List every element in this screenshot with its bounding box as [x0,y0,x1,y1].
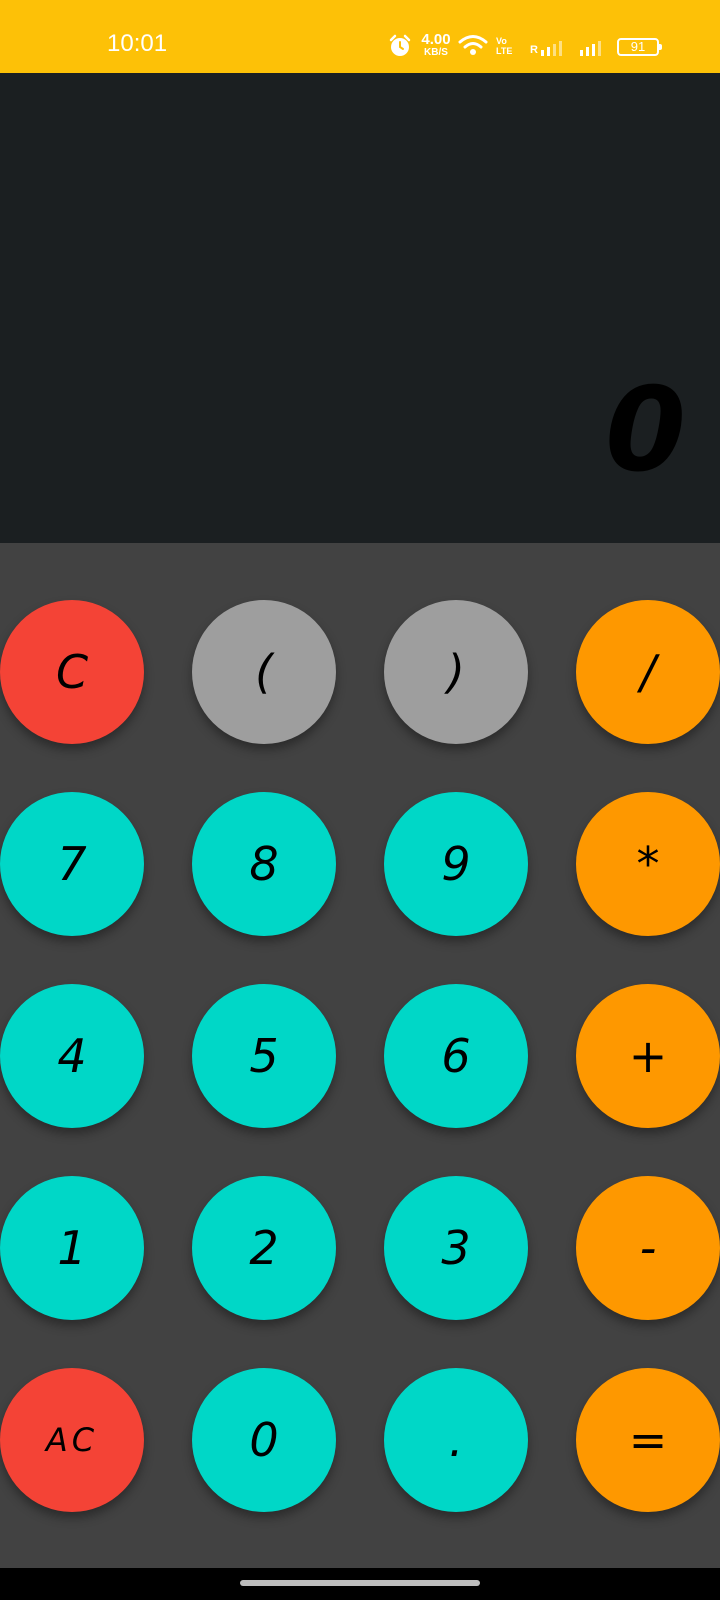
digit-1-button-label: 1 [57,1221,87,1275]
all-clear-button[interactable]: AC [0,1368,144,1512]
multiply-button[interactable]: * [576,792,720,936]
digit-3-button[interactable]: 3 [384,1176,528,1320]
digit-2-button-label: 2 [249,1221,279,1275]
digit-0-button[interactable]: 0 [192,1368,336,1512]
subtract-button-label: - [639,1221,657,1275]
digit-7-button[interactable]: 7 [0,792,144,936]
subtract-button[interactable]: - [576,1176,720,1320]
network-speed: 4.00 KB/S [418,32,454,60]
result-text: 0 [605,363,686,498]
clear-button-label: C [55,645,89,699]
navigation-bar [0,1568,720,1600]
equals-button[interactable]: = [576,1368,720,1512]
digit-0-button-label: 0 [249,1413,279,1467]
status-bar: 10:01 4.00 KB/S Vo LTE R 91 [0,0,720,73]
decimal-button-label: . [448,1413,464,1467]
home-gesture-bar[interactable] [240,1580,480,1586]
decimal-button[interactable]: . [384,1368,528,1512]
digit-6-button-label: 6 [441,1029,471,1083]
digit-8-button[interactable]: 8 [192,792,336,936]
keypad: C ( ) / 7 8 9 * 4 5 6 + 1 2 3 - AC 0 . = [0,543,720,1568]
digit-4-button[interactable]: 4 [0,984,144,1128]
calculator-display: 0 [0,73,720,543]
divide-button-label: / [640,645,656,699]
digit-6-button[interactable]: 6 [384,984,528,1128]
close-paren-button-label: ) [447,645,465,699]
digit-5-button[interactable]: 5 [192,984,336,1128]
divide-button[interactable]: / [576,600,720,744]
digit-8-button-label: 8 [249,837,279,891]
digit-5-button-label: 5 [249,1029,279,1083]
volte-line2: LTE [496,46,513,56]
battery-level: 91 [630,39,646,54]
volte-line1: Vo [496,36,507,46]
alarm-icon [388,34,412,62]
digit-9-button[interactable]: 9 [384,792,528,936]
multiply-button-label: * [636,837,660,891]
signal-icon [578,40,608,68]
network-speed-value: 4.00 [421,31,451,48]
digit-7-button-label: 7 [57,837,87,891]
wifi-icon [458,34,488,62]
clear-button[interactable]: C [0,600,144,744]
digit-3-button-label: 3 [441,1221,471,1275]
battery-icon: 91 [617,38,662,56]
equals-button-label: = [628,1413,668,1467]
network-speed-unit: KB/S [424,47,448,58]
digit-2-button[interactable]: 2 [192,1176,336,1320]
status-time: 10:01 [107,30,168,57]
add-button[interactable]: + [576,984,720,1128]
digit-1-button[interactable]: 1 [0,1176,144,1320]
volte-indicator: Vo LTE [496,36,512,64]
all-clear-button-label: AC [45,1421,99,1459]
close-paren-button[interactable]: ) [384,600,528,744]
add-button-label: + [628,1029,668,1083]
digit-4-button-label: 4 [57,1029,87,1083]
roaming-indicator: R [530,44,538,56]
digit-9-button-label: 9 [441,837,471,891]
open-paren-button[interactable]: ( [192,600,336,744]
open-paren-button-label: ( [255,645,273,699]
